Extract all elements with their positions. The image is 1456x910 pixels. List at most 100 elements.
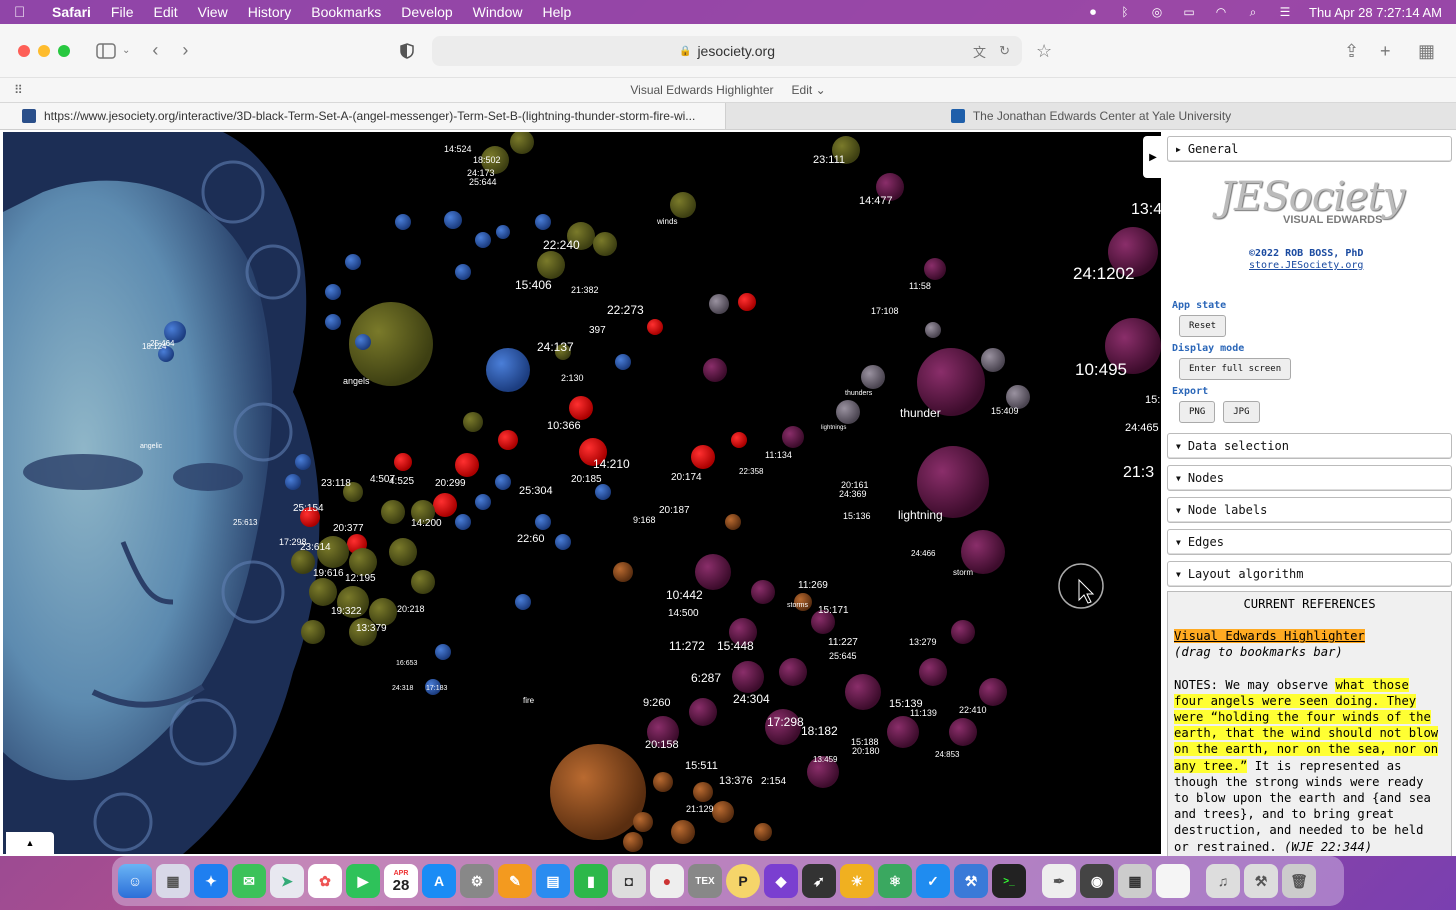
address-bar[interactable]: 🔒 jesociety.org 文 ↻ <box>432 36 1022 66</box>
menu-app-name[interactable]: Safari <box>52 4 91 20</box>
reset-button[interactable]: Reset <box>1179 315 1227 337</box>
graph-node[interactable] <box>782 426 804 448</box>
favorites-grid-icon[interactable]: ⠿ <box>14 83 23 97</box>
finder-icon[interactable]: ☺ <box>118 864 152 898</box>
trash-icon[interactable]: 🗑 <box>1282 864 1316 898</box>
graph-node[interactable] <box>325 284 341 300</box>
screenshot-icon[interactable]: ◘ <box>612 864 646 898</box>
graph-node[interactable] <box>731 432 747 448</box>
graph-node[interactable] <box>475 494 491 510</box>
photos-icon[interactable]: ✿ <box>308 864 342 898</box>
graph-node[interactable] <box>623 832 643 852</box>
bookmark-star-icon[interactable]: ☆ <box>1036 38 1052 64</box>
graph-node[interactable] <box>389 538 417 566</box>
launchpad-icon[interactable]: ▦ <box>156 864 190 898</box>
graph-node[interactable] <box>433 493 457 517</box>
pages-icon[interactable]: ✎ <box>498 864 532 898</box>
graph-node[interactable] <box>709 294 729 314</box>
safari-icon[interactable]: ✦ <box>194 864 228 898</box>
menu-view[interactable]: View <box>198 4 228 20</box>
graph-node[interactable] <box>495 474 511 490</box>
menu-file[interactable]: File <box>111 4 134 20</box>
music-folder-icon[interactable]: ♫ <box>1206 864 1240 898</box>
bluetooth-icon[interactable]: ᛒ <box>1117 5 1133 19</box>
graph-node[interactable] <box>653 772 673 792</box>
graph-node[interactable] <box>325 314 341 330</box>
minimize-window-button[interactable] <box>38 44 50 57</box>
graph-node[interactable] <box>949 718 977 746</box>
utilities-folder-icon[interactable]: ⚒ <box>1244 864 1278 898</box>
menu-window[interactable]: Window <box>473 4 523 20</box>
graph-node[interactable] <box>486 348 530 392</box>
bookmarklet-link[interactable]: Visual Edwards Highlighter <box>1174 629 1365 644</box>
wifi-icon[interactable]: ◠ <box>1213 5 1229 19</box>
graph-node[interactable] <box>712 801 734 823</box>
folder-data-selection[interactable]: ▼ Data selection <box>1167 433 1452 459</box>
calendar-icon[interactable]: APR 28 <box>384 864 418 898</box>
graph-node[interactable] <box>535 214 551 230</box>
sidebar-toggle-icon[interactable] <box>96 38 116 64</box>
graph-node[interactable] <box>349 548 377 576</box>
graph-node[interactable] <box>535 514 551 530</box>
graph-node[interactable] <box>515 594 531 610</box>
graph-node[interactable] <box>444 211 462 229</box>
graph-node[interactable] <box>537 251 565 279</box>
graph-node[interactable] <box>981 348 1005 372</box>
graph-node[interactable] <box>691 445 715 469</box>
control-center-icon[interactable]: ☰ <box>1277 5 1293 19</box>
graph-node[interactable] <box>498 430 518 450</box>
airdrop-icon[interactable]: ◎ <box>1149 5 1165 19</box>
new-tab-icon[interactable]: + <box>1380 38 1391 64</box>
tab-overview-icon[interactable]: ▦ <box>1418 38 1435 64</box>
graph-node[interactable] <box>394 453 412 471</box>
tab-jesociety[interactable]: https://www.jesociety.org/interactive/3D… <box>0 103 726 129</box>
shapes-app-icon[interactable]: ◆ <box>764 864 798 898</box>
zoom-window-button[interactable] <box>58 44 70 57</box>
stop-recording-icon[interactable]: ⏺ <box>1085 5 1101 19</box>
photo-booth-icon[interactable]: ● <box>650 864 684 898</box>
graph-node[interactable] <box>845 674 881 710</box>
graph-node[interactable] <box>647 319 663 335</box>
export-jpg-button[interactable]: JPG <box>1223 401 1260 423</box>
script-editor-icon[interactable]: ✒ <box>1042 864 1076 898</box>
menu-edit[interactable]: Edit <box>153 4 177 20</box>
reload-icon[interactable]: ↻ <box>999 43 1010 59</box>
tab-group-chevron-icon[interactable]: ⌄ <box>122 38 130 64</box>
folder-layout-algorithm[interactable]: ▼ Layout algorithm <box>1167 561 1452 587</box>
graph-node[interactable] <box>301 620 325 644</box>
folder-nodes[interactable]: ▼ Nodes <box>1167 465 1452 491</box>
graph-node[interactable] <box>595 484 611 500</box>
graph-node[interactable] <box>925 322 941 338</box>
mail-icon[interactable]: ✓ <box>916 864 950 898</box>
graph-node[interactable] <box>475 232 491 248</box>
graph-node[interactable] <box>455 453 479 477</box>
graph-node[interactable] <box>613 562 633 582</box>
app-store-icon[interactable]: A <box>422 864 456 898</box>
calculator-icon[interactable]: ▦ <box>1118 864 1152 898</box>
graph-node[interactable] <box>355 334 371 350</box>
graph-node[interactable] <box>695 554 731 590</box>
store-link[interactable]: store.JESociety.org <box>1249 260 1363 271</box>
graph-node[interactable] <box>779 658 807 686</box>
bookmarklet-title[interactable]: Visual Edwards Highlighter <box>630 83 773 97</box>
graph-node[interactable] <box>633 812 653 832</box>
graph-node[interactable] <box>751 580 775 604</box>
facetime-icon[interactable]: ▶ <box>346 864 380 898</box>
menubar-clock[interactable]: Thu Apr 28 7:27:14 AM <box>1309 5 1442 20</box>
graph-node[interactable] <box>979 678 1007 706</box>
graph-node[interactable] <box>861 365 885 389</box>
graph-node[interactable] <box>615 354 631 370</box>
graph-node[interactable] <box>887 716 919 748</box>
translate-icon[interactable]: 文 <box>973 42 986 61</box>
graph-node[interactable] <box>291 550 315 574</box>
graph-node[interactable] <box>455 264 471 280</box>
sun-app-icon[interactable]: ☀ <box>840 864 874 898</box>
graph-node[interactable] <box>369 598 397 626</box>
atom-app-icon[interactable]: ⚛ <box>878 864 912 898</box>
texshop-icon[interactable]: TEX <box>688 864 722 898</box>
graph-node[interactable] <box>510 132 534 154</box>
graph-node[interactable] <box>951 620 975 644</box>
apple-icon[interactable]:  <box>14 4 36 21</box>
terminal-icon[interactable]: >_ <box>992 864 1026 898</box>
messages-icon[interactable]: ✉ <box>232 864 266 898</box>
